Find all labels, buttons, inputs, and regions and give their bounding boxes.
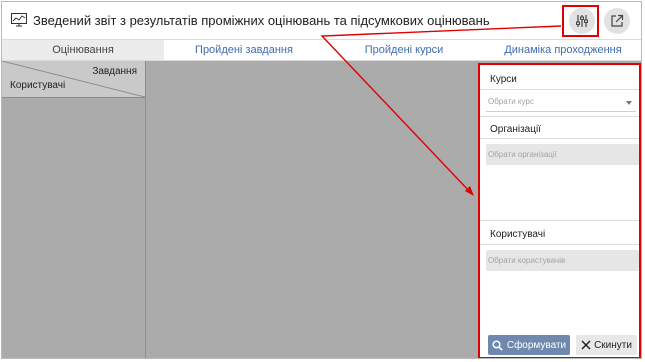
users-input[interactable]: Обрати користувачів	[486, 250, 639, 271]
reset-button[interactable]: Скинути	[576, 335, 637, 355]
grid-divider	[145, 97, 146, 358]
organizations-input[interactable]: Обрати організації	[486, 144, 639, 165]
chart-monitor-icon	[11, 13, 27, 27]
search-icon	[492, 339, 503, 351]
course-select-placeholder: Обрати курс	[488, 97, 534, 106]
divider	[480, 89, 639, 90]
grid-corner-header: Завдання Користувачі	[2, 61, 146, 98]
organizations-title: Організації	[490, 124, 541, 135]
column-header-tasks: Завдання	[92, 66, 137, 77]
generate-report-button[interactable]: Сформувати	[488, 335, 570, 355]
close-icon	[581, 340, 591, 350]
external-link-icon	[611, 14, 624, 27]
organizations-placeholder: Обрати організації	[488, 150, 557, 159]
users-title: Користувачі	[490, 229, 546, 240]
page-title: Зведений звіт з результатів проміжних оц…	[33, 13, 490, 28]
courses-title: Курси	[490, 74, 517, 85]
users-placeholder: Обрати користувачів	[488, 256, 566, 265]
sliders-icon	[576, 15, 588, 27]
chevron-down-icon	[626, 101, 632, 105]
open-external-button[interactable]	[604, 8, 630, 34]
row-header-users: Користувачі	[10, 80, 66, 91]
tab-completed-courses[interactable]: Пройдені курси	[324, 40, 484, 60]
course-select[interactable]: Обрати курс	[486, 92, 636, 112]
divider	[480, 244, 639, 245]
report-tabs: Оцінювання Пройдені завдання Пройдені ку…	[2, 39, 641, 76]
tab-assessments[interactable]: Оцінювання	[2, 40, 164, 60]
filter-settings-button[interactable]	[569, 8, 595, 34]
header: Зведений звіт з результатів проміжних оц…	[2, 2, 641, 39]
report-window: Зведений звіт з результатів проміжних оц…	[1, 1, 642, 359]
reset-label: Скинути	[594, 339, 632, 351]
filter-panel: Курси Обрати курс Організації Обрати орг…	[478, 63, 641, 358]
tab-completed-tasks[interactable]: Пройдені завдання	[164, 40, 324, 60]
divider	[480, 116, 639, 117]
divider	[480, 220, 639, 221]
divider	[480, 138, 639, 139]
tab-task-dynamics[interactable]: Динаміка проходження завдань	[484, 40, 641, 76]
generate-report-label: Сформувати	[506, 339, 567, 351]
